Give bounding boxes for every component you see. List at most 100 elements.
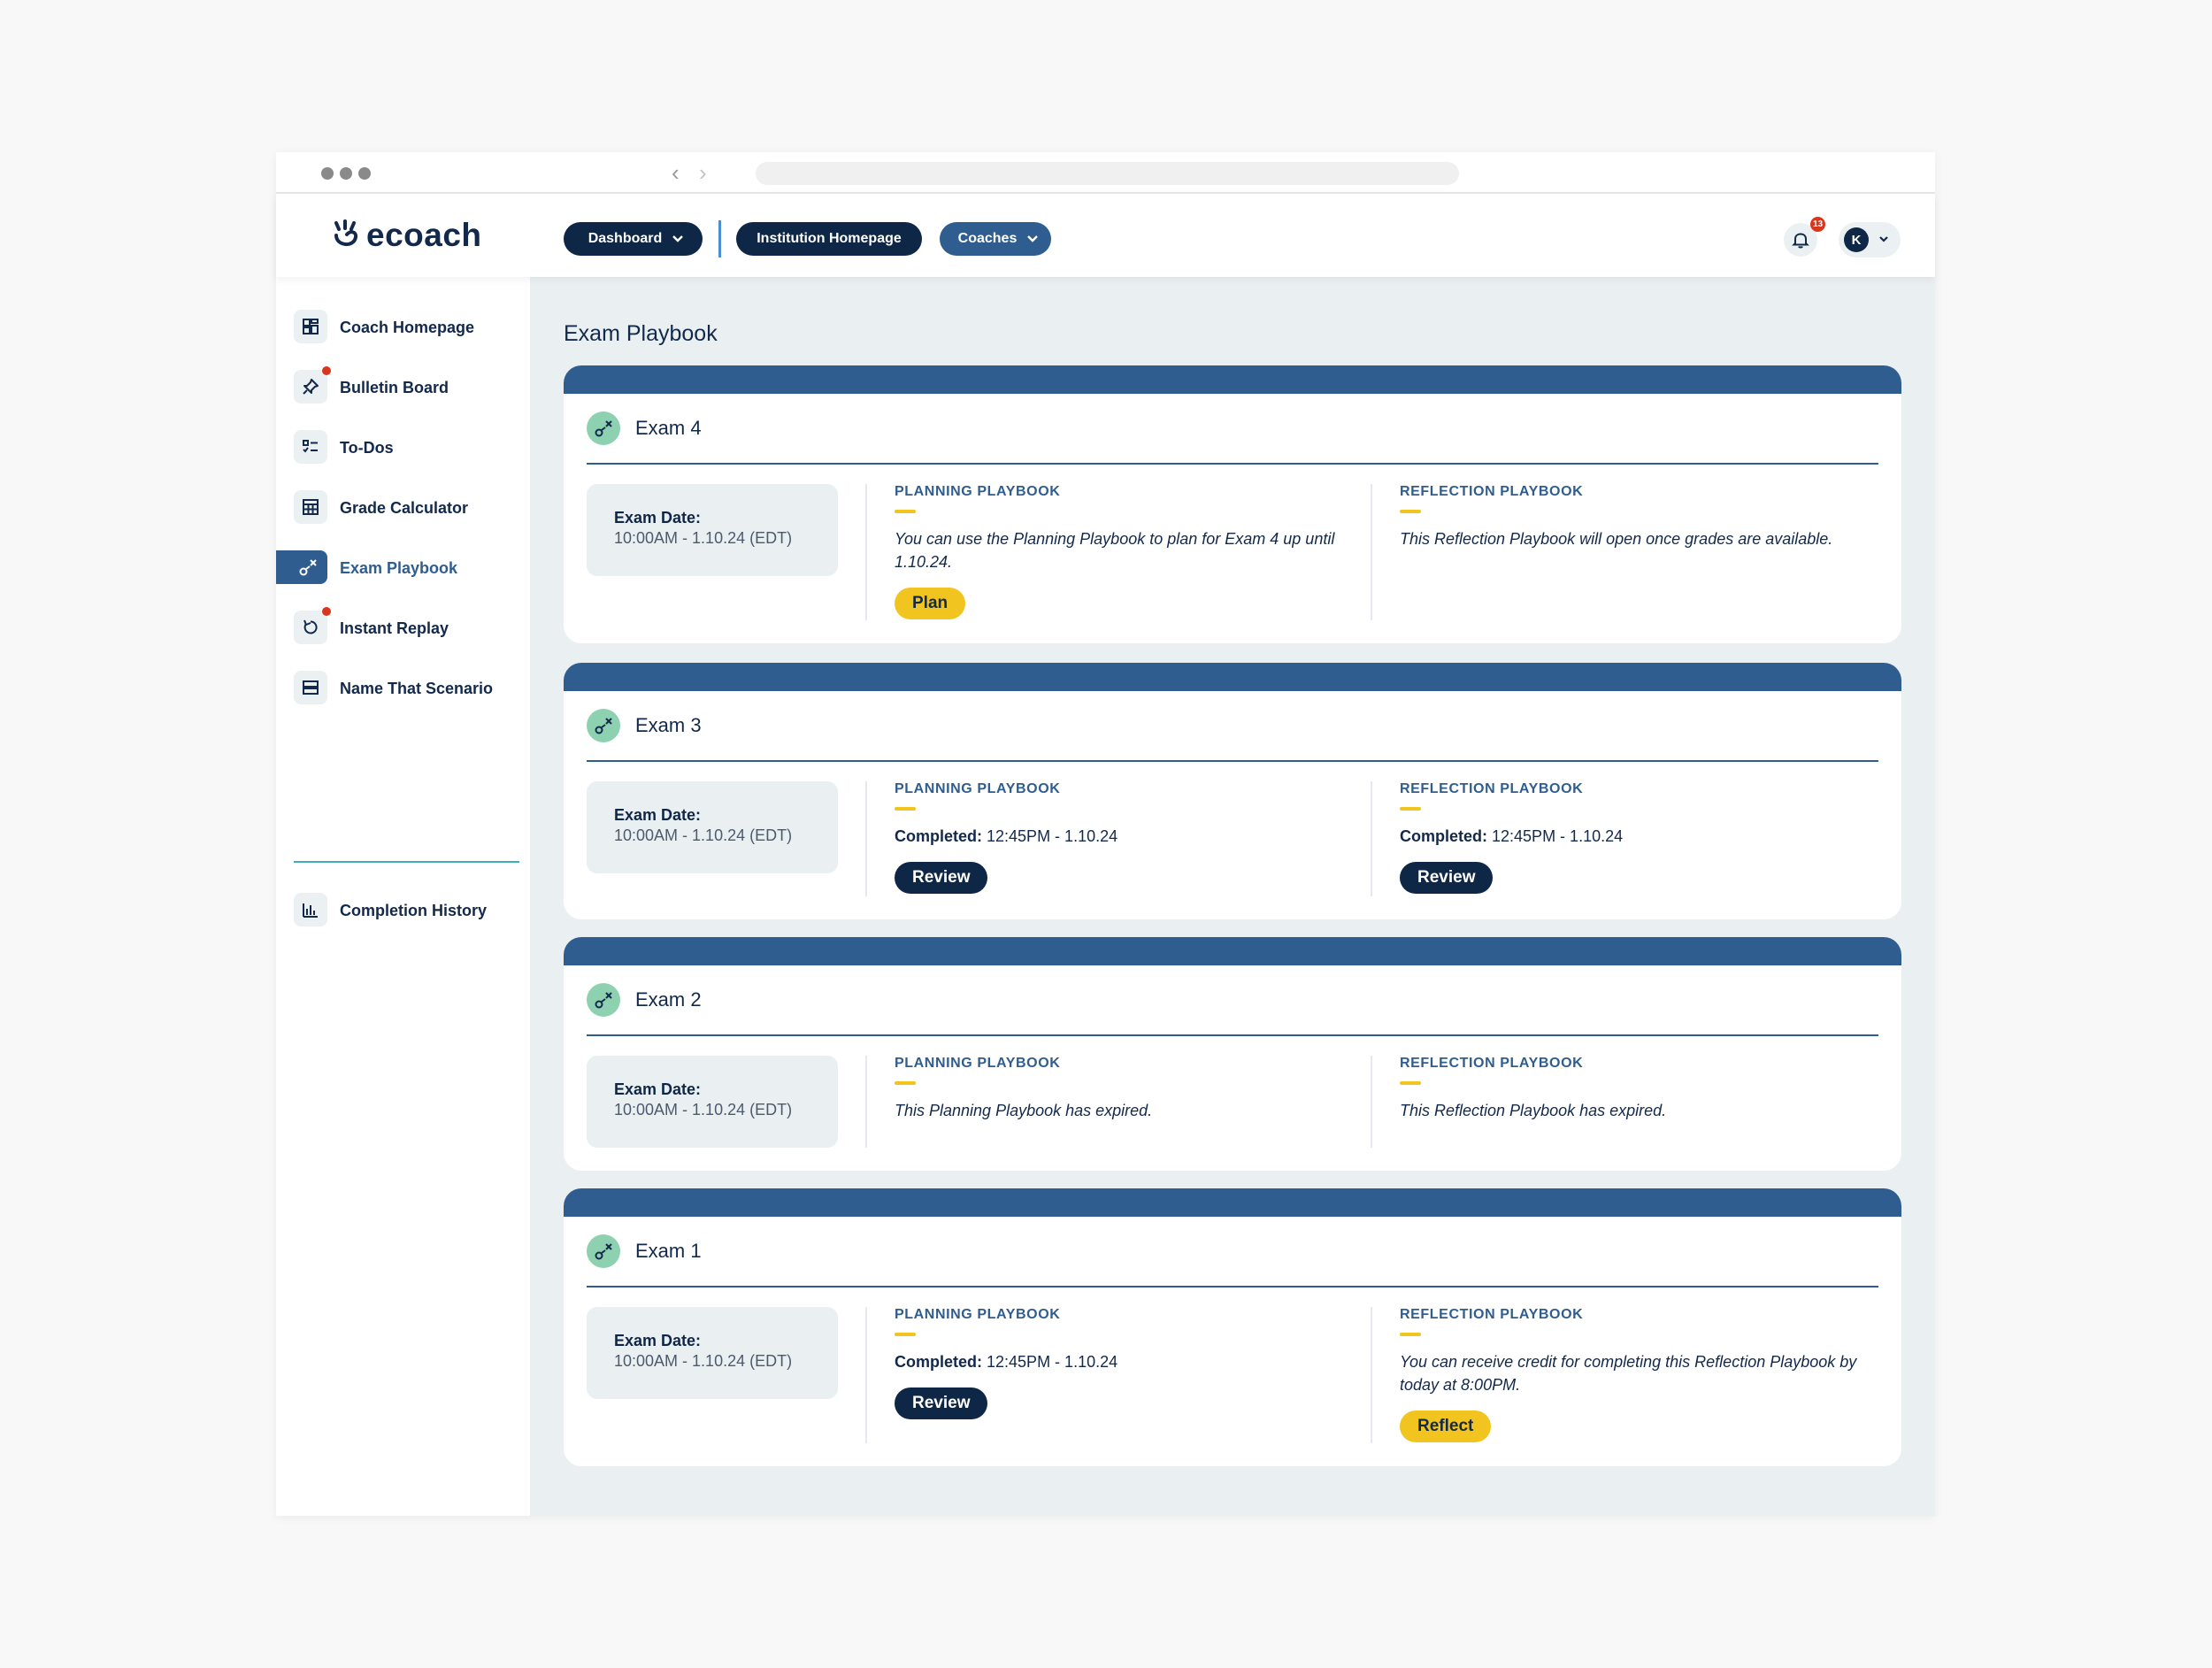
exam-card: Exam 4 Exam Date: 10:00AM - 1.10.24 (EDT… xyxy=(564,365,1901,643)
reflection-playbook-column: REFLECTION PLAYBOOK This Reflection Play… xyxy=(1400,484,1860,550)
exam-header: Exam 4 xyxy=(587,411,702,445)
address-bar[interactable] xyxy=(756,162,1459,185)
exam-date-box: Exam Date: 10:00AM - 1.10.24 (EDT) xyxy=(587,1307,838,1399)
playbook-icon xyxy=(587,983,620,1017)
card-divider xyxy=(587,1286,1878,1288)
reflection-playbook-heading: REFLECTION PLAYBOOK xyxy=(1400,484,1584,499)
sidebar-item-label: Bulletin Board xyxy=(340,378,449,396)
exam-title: Exam 1 xyxy=(635,1240,702,1262)
planning-message: You can use the Planning Playbook to pla… xyxy=(895,530,1335,571)
sidebar-item-label: Name That Scenario xyxy=(340,679,494,697)
coaches-dropdown[interactable]: Coaches xyxy=(940,222,1051,256)
planning-playbook-heading: PLANNING PLAYBOOK xyxy=(895,484,1061,499)
chevron-down-icon xyxy=(672,235,684,242)
unread-dot xyxy=(322,607,331,616)
planning-playbook-heading: PLANNING PLAYBOOK xyxy=(895,1056,1061,1071)
reflection-message: You can receive credit for completing th… xyxy=(1400,1353,1857,1394)
nav-divider xyxy=(718,220,721,258)
review-planning-button[interactable]: Review xyxy=(895,862,988,894)
window-dot xyxy=(358,167,371,180)
dashboard-dropdown[interactable]: Dashboard xyxy=(564,222,703,256)
bar-chart-icon xyxy=(294,893,327,926)
back-arrow-icon[interactable]: ‹ xyxy=(672,161,680,184)
exam-header: Exam 3 xyxy=(587,709,702,742)
avatar: K xyxy=(1844,227,1869,252)
sidebar-item-label: Completion History xyxy=(340,901,488,919)
heading-accent xyxy=(895,1333,916,1336)
playbook-icon xyxy=(587,411,620,445)
completed-label: Completed: xyxy=(895,827,982,845)
review-planning-button[interactable]: Review xyxy=(895,1387,988,1419)
sidebar-item-label: Exam Playbook xyxy=(340,558,458,577)
coaches-label: Coaches xyxy=(957,231,1018,246)
sidebar-divider xyxy=(294,861,519,863)
bell-icon xyxy=(1792,233,1809,249)
heading-accent xyxy=(1400,510,1421,513)
institution-homepage-label: Institution Homepage xyxy=(757,231,902,246)
sidebar-item-name-that-scenario[interactable]: Name That Scenario xyxy=(276,671,530,706)
sidebar-item-instant-replay[interactable]: Instant Replay xyxy=(276,607,530,646)
chevron-down-icon xyxy=(1027,235,1039,242)
column-divider xyxy=(865,484,867,620)
column-divider xyxy=(1371,484,1372,620)
reflection-playbook-column: REFLECTION PLAYBOOK You can receive cred… xyxy=(1400,1307,1860,1442)
exam-date-label: Exam Date: xyxy=(614,806,702,824)
unread-dot xyxy=(322,366,331,375)
exam-title: Exam 4 xyxy=(635,417,702,439)
column-divider xyxy=(865,781,867,896)
sidebar-item-to-dos[interactable]: To-Dos xyxy=(276,430,530,465)
planning-playbook-heading: PLANNING PLAYBOOK xyxy=(895,1307,1061,1322)
reflection-playbook-heading: REFLECTION PLAYBOOK xyxy=(1400,1056,1584,1071)
replay-icon xyxy=(294,611,327,644)
reflection-playbook-column: REFLECTION PLAYBOOK Completed: 12:45PM -… xyxy=(1400,781,1860,894)
sidebar-item-label: Coach Homepage xyxy=(340,318,475,336)
heading-accent xyxy=(1400,1333,1421,1336)
card-header-band xyxy=(564,937,1901,965)
completed-label: Completed: xyxy=(895,1353,982,1371)
sidebar-item-completion-history[interactable]: Completion History xyxy=(276,893,530,928)
exam-date-value: 10:00AM - 1.10.24 (EDT) xyxy=(614,1352,793,1370)
card-divider xyxy=(587,1034,1878,1036)
exam-card: Exam 1 Exam Date: 10:00AM - 1.10.24 (EDT… xyxy=(564,1188,1901,1466)
brand-logo[interactable]: ecoach xyxy=(331,217,482,254)
card-header-band xyxy=(564,663,1901,691)
planning-playbook-column: PLANNING PLAYBOOK This Planning Playbook… xyxy=(895,1056,1355,1122)
window-dot xyxy=(340,167,352,180)
scenario-icon xyxy=(294,671,327,704)
plan-button[interactable]: Plan xyxy=(895,588,966,619)
exam-date-box: Exam Date: 10:00AM - 1.10.24 (EDT) xyxy=(587,484,838,576)
planning-completed-status: Completed: 12:45PM - 1.10.24 xyxy=(895,825,1355,848)
reflection-completed-status: Completed: 12:45PM - 1.10.24 xyxy=(1400,825,1860,848)
main-content: Exam Playbook Exam 4 Exam Date: 10:00AM … xyxy=(530,277,1935,1516)
sidebar-item-exam-playbook[interactable]: Exam Playbook xyxy=(276,550,530,586)
card-header-band xyxy=(564,365,1901,394)
sidebar-item-bulletin-board[interactable]: Bulletin Board xyxy=(276,366,530,405)
reflect-button[interactable]: Reflect xyxy=(1400,1410,1492,1442)
review-reflection-button[interactable]: Review xyxy=(1400,862,1494,894)
planning-message: This Planning Playbook has expired. xyxy=(895,1102,1153,1119)
dashboard-label: Dashboard xyxy=(588,231,663,246)
column-divider xyxy=(865,1056,867,1148)
exam-card: Exam 3 Exam Date: 10:00AM - 1.10.24 (EDT… xyxy=(564,663,1901,919)
sidebar-item-label: Instant Replay xyxy=(340,619,449,637)
exam-date-box: Exam Date: 10:00AM - 1.10.24 (EDT) xyxy=(587,1056,838,1148)
user-menu[interactable]: K xyxy=(1839,222,1901,258)
institution-homepage-button[interactable]: Institution Homepage xyxy=(736,222,922,256)
exam-date-label: Exam Date: xyxy=(614,1080,702,1098)
sidebar-item-coach-homepage[interactable]: Coach Homepage xyxy=(276,310,530,345)
top-nav-bar: ecoach Dashboard Institution Homepage Co… xyxy=(276,194,1935,277)
column-divider xyxy=(1371,1056,1372,1148)
exam-date-value: 10:00AM - 1.10.24 (EDT) xyxy=(614,1101,793,1118)
sidebar-item-label: Grade Calculator xyxy=(340,498,469,517)
window-dot xyxy=(321,167,334,180)
chevron-down-icon xyxy=(1879,236,1888,242)
planning-playbook-column: PLANNING PLAYBOOK Completed: 12:45PM - 1… xyxy=(895,781,1355,894)
exam-date-value: 10:00AM - 1.10.24 (EDT) xyxy=(614,826,793,844)
sidebar-item-grade-calculator[interactable]: Grade Calculator xyxy=(276,490,530,526)
column-divider xyxy=(865,1307,867,1443)
playbook-icon xyxy=(276,550,327,584)
exam-title: Exam 2 xyxy=(635,988,702,1011)
exam-date-value: 10:00AM - 1.10.24 (EDT) xyxy=(614,529,793,547)
forward-arrow-icon[interactable]: › xyxy=(699,161,707,184)
exam-date-label: Exam Date: xyxy=(614,1332,702,1349)
